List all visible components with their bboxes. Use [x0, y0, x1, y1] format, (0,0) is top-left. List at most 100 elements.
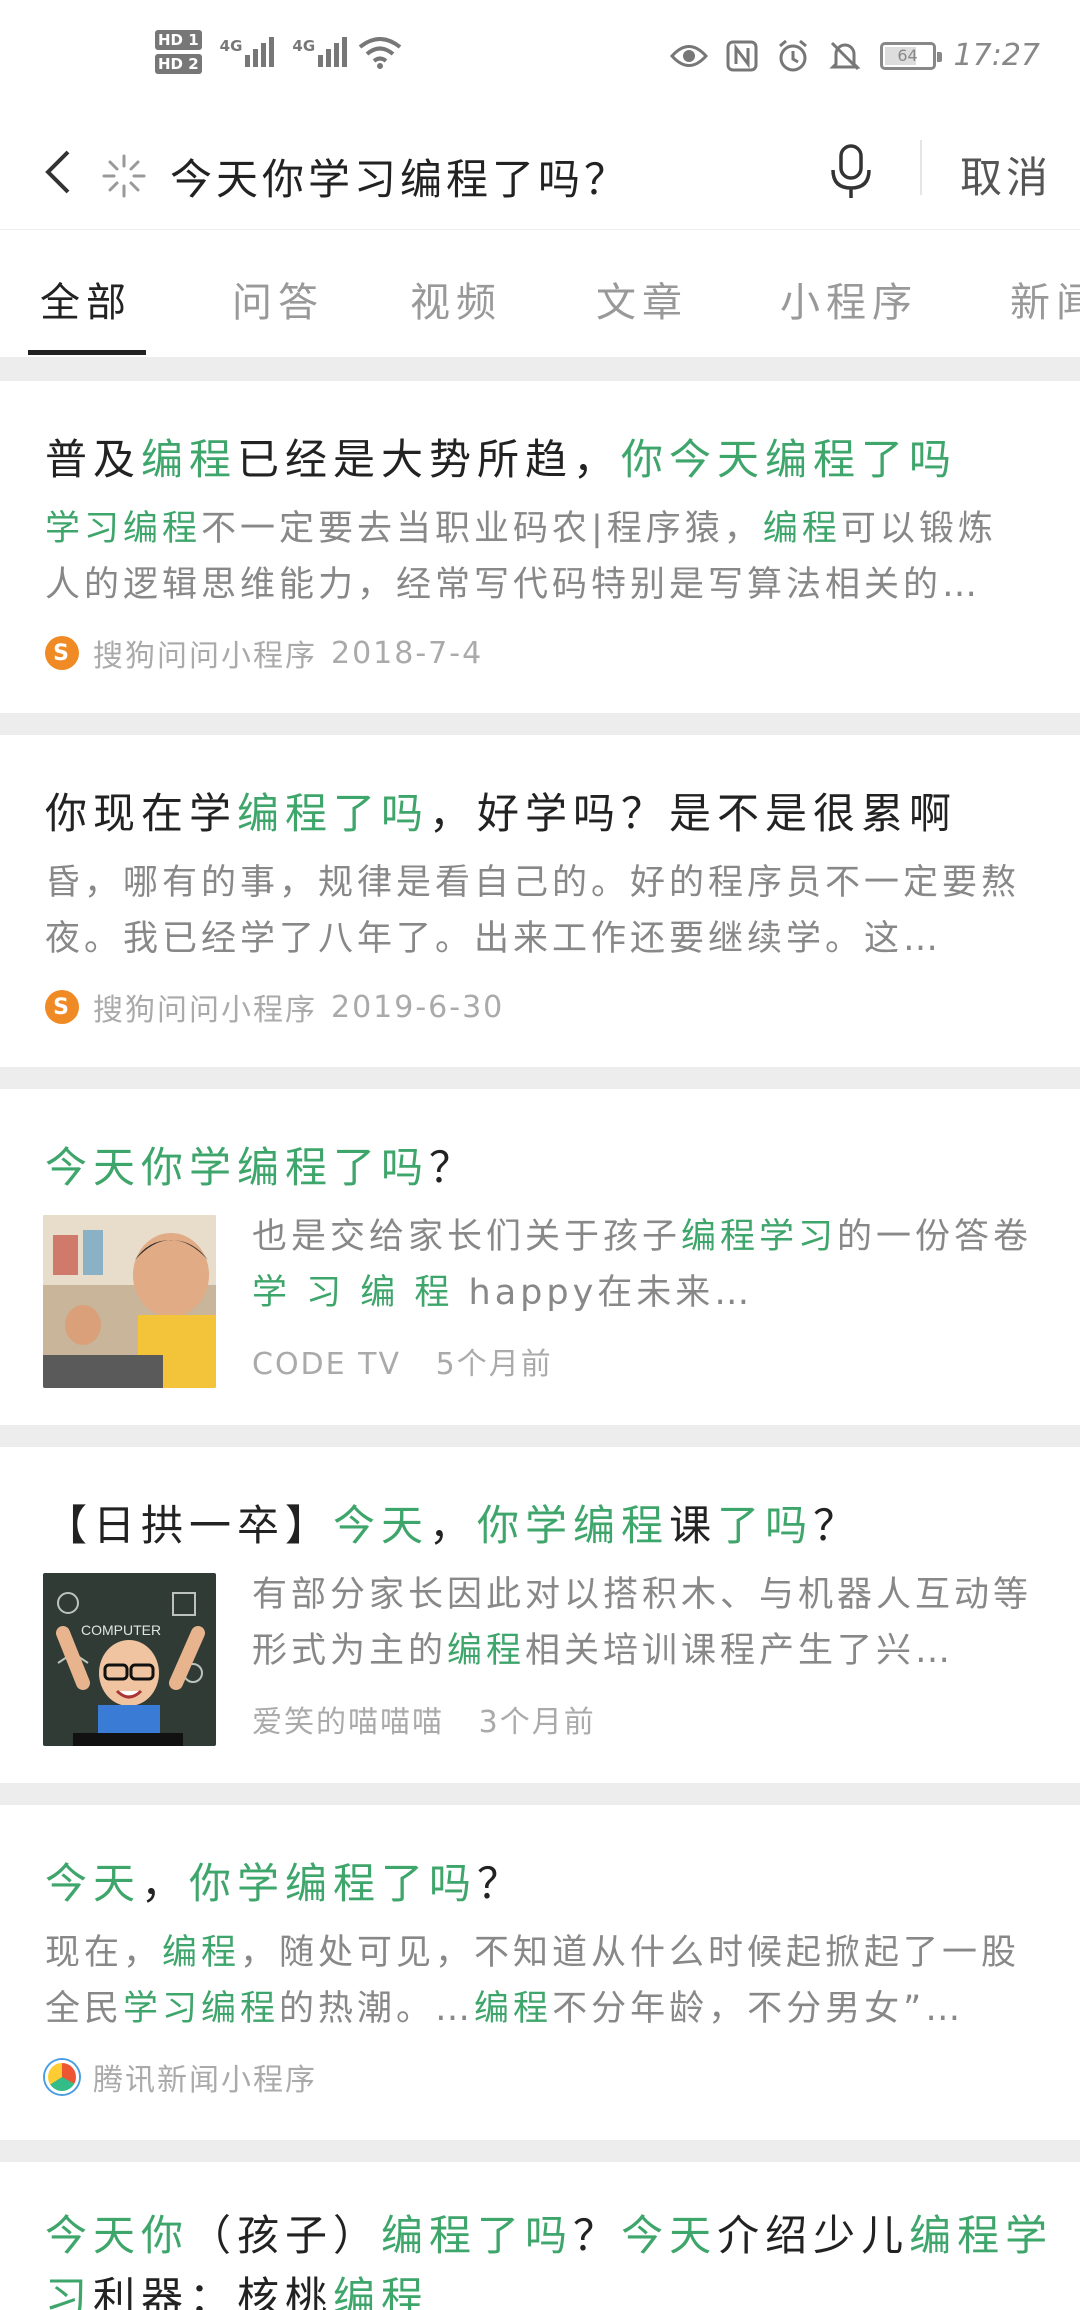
- result-card[interactable]: 你现在学编程了吗，好学吗？是不是很累啊 昏，哪有的事，规律是看自己的。好的程序员…: [0, 735, 1080, 1067]
- text-segment: 【日拱一卒】: [45, 1501, 334, 1550]
- highlight-text: 编程: [447, 1631, 526, 1671]
- result-snippet: 昏，哪有的事，规律是看自己的。好的程序员不一定要熬夜。我已经学了八年了。出来工作…: [45, 855, 1035, 967]
- result-card[interactable]: 今天，你学编程了吗？ 现在，编程，随处可见，不知道从什么时候起掀起了一股全民学习…: [0, 1805, 1080, 2140]
- highlight-text: 你学编程了吗: [189, 1859, 478, 1908]
- result-snippet: 现在，编程，随处可见，不知道从什么时候起掀起了一股全民学习编程的热潮。…编程不分…: [45, 1925, 1035, 2037]
- clock: 17:27: [953, 38, 1040, 73]
- highlight-text: 今天: [621, 2211, 718, 2260]
- result-card[interactable]: 今天你学编程了吗？ 也是交给家长们关于孩子编程学习的一份答卷 学 习 编 程 h…: [0, 1089, 1080, 1425]
- divider: [0, 713, 1080, 735]
- nfc-icon: [726, 40, 758, 71]
- result-snippet: 学习编程不一定要去当职业码农|程序猿，编程可以锻炼人的逻辑思维能力，经常写代码特…: [45, 501, 1035, 613]
- highlight-text: 今天你: [45, 2211, 190, 2260]
- highlight-text: 编程了吗: [237, 789, 430, 838]
- text-segment: ，好学吗？是不是很累啊: [429, 789, 958, 838]
- text-segment: 的一份答卷: [837, 1217, 1033, 1257]
- text-segment: 你现在学: [45, 789, 238, 838]
- status-bar: HD 1 HD 2 4G 4G 64 17:27: [0, 0, 1080, 120]
- result-card[interactable]: 普及编程已经是大势所趋，你今天编程了吗 学习编程不一定要去当职业码农|程序猿，编…: [0, 381, 1080, 713]
- text-segment: 介绍少儿: [717, 2211, 910, 2260]
- text-segment: 利器：核桃: [93, 2273, 334, 2310]
- result-source: 腾讯新闻小程序: [45, 2055, 317, 2099]
- text-segment: 现在，: [45, 1933, 163, 1973]
- result-snippet: 有部分家长因此对以搭积木、与机器人互动等形式为主的编程相关培训课程产生了兴…: [252, 1567, 1042, 1679]
- result-title[interactable]: 普及编程已经是大势所趋，你今天编程了吗: [45, 426, 957, 487]
- result-title[interactable]: 今天你（孩子）编程了吗？今天介绍少儿编程学: [45, 2202, 1053, 2263]
- video-thumbnail[interactable]: [43, 1215, 216, 1388]
- article-thumbnail[interactable]: COMPUTER: [43, 1573, 216, 1746]
- text-segment: 不一定要去当职业码农|程序猿，: [201, 509, 763, 549]
- highlight-text: 编程: [162, 1933, 241, 1973]
- sogou-logo-icon: S: [45, 990, 79, 1024]
- result-title[interactable]: 今天，你学编程了吗？: [45, 1850, 525, 1911]
- text-segment: ？: [429, 1143, 478, 1192]
- highlight-text: 编程: [762, 509, 841, 549]
- highlight-text: 你学编程: [477, 1501, 670, 1550]
- back-arrow-icon[interactable]: [30, 142, 90, 202]
- search-bar: 今天你学习编程了吗？ 取消: [0, 120, 1080, 230]
- text-segment: happy在未来…: [453, 1273, 754, 1313]
- signal-icon-2: 4G: [292, 37, 348, 67]
- tab-indicator: [28, 350, 146, 355]
- text-segment: 相关培训课程产生了兴…: [525, 1631, 955, 1671]
- hd-badges: HD 1 HD 2: [155, 30, 202, 74]
- network-indicators: HD 1 HD 2 4G 4G: [155, 30, 403, 74]
- text-segment: ，: [429, 1501, 478, 1550]
- divider: [0, 1425, 1080, 1447]
- text-segment: ？: [573, 2211, 622, 2260]
- battery-icon: 64: [879, 41, 942, 70]
- text-segment: ？: [477, 1859, 526, 1908]
- result-card[interactable]: 【日拱一卒】今天，你学编程课了吗？ COMPUTER 有部分家长因此对以搭积木、…: [0, 1447, 1080, 1783]
- result-date: 3个月前: [478, 1705, 596, 1740]
- divider: [0, 1783, 1080, 1805]
- search-input[interactable]: 今天你学习编程了吗？: [170, 146, 630, 207]
- highlight-text: 你今天编程了吗: [621, 435, 958, 484]
- tab-article[interactable]: 文章: [596, 270, 688, 328]
- hd2-badge: HD 2: [155, 54, 202, 74]
- source-name: 搜狗问问小程序: [93, 639, 317, 674]
- text-segment: 昏，哪有的事，规律是看自己的。好的程序员不一定要熬夜。我已经学了八年了。出来工作…: [45, 863, 1021, 959]
- text-segment: 课: [669, 1501, 718, 1550]
- result-source: S 搜狗问问小程序 2019-6-30: [45, 985, 504, 1029]
- result-title-line2[interactable]: 习利器：核桃编程: [45, 2264, 429, 2310]
- highlight-text: 编程: [474, 1989, 553, 2029]
- highlight-text: 习: [45, 2273, 94, 2310]
- alarm-icon: [778, 39, 807, 71]
- text-segment: 的热潮。…: [279, 1989, 475, 2029]
- result-snippet: 也是交给家长们关于孩子编程学习的一份答卷 学 习 编 程 happy在未来…: [252, 1209, 1042, 1321]
- divider: [0, 1067, 1080, 1089]
- divider: [0, 2140, 1080, 2162]
- highlight-text: 今天你学编程了吗: [45, 1143, 430, 1192]
- tab-news[interactable]: 新闻: [1010, 270, 1080, 328]
- text-segment: 不分年龄，不分男女”…: [552, 1989, 965, 2029]
- highlight-text: 学习编程: [45, 509, 202, 549]
- highlight-text: 了吗: [717, 1501, 814, 1550]
- tab-qa[interactable]: 问答: [232, 270, 324, 328]
- result-title[interactable]: 今天你学编程了吗？: [45, 1134, 477, 1195]
- tab-mini-program[interactable]: 小程序: [780, 270, 918, 328]
- highlight-text: 编程: [141, 435, 238, 484]
- result-source: 爱笑的喵喵喵 3个月前: [252, 1697, 596, 1741]
- microphone-icon[interactable]: [826, 142, 876, 202]
- highlight-text: 编程了吗: [381, 2211, 574, 2260]
- eye-icon: [669, 44, 708, 67]
- category-tabs: 全部 问答 视频 文章 小程序 新闻: [0, 230, 1080, 360]
- source-name: 腾讯新闻小程序: [93, 2063, 317, 2098]
- highlight-text: 编程学习: [681, 1217, 838, 1257]
- highlight-text: 编程: [333, 2273, 430, 2310]
- source-name: 爱笑的喵喵喵: [252, 1705, 444, 1740]
- divider: [0, 357, 1080, 381]
- result-card[interactable]: 今天你（孩子）编程了吗？今天介绍少儿编程学 习利器：核桃编程: [0, 2162, 1080, 2310]
- tab-video[interactable]: 视频: [410, 270, 502, 328]
- result-title[interactable]: 【日拱一卒】今天，你学编程课了吗？: [45, 1492, 861, 1553]
- text-segment: 也是交给家长们关于孩子: [252, 1217, 682, 1257]
- source-name: CODE TV: [252, 1347, 401, 1382]
- separator: [920, 140, 922, 195]
- result-title[interactable]: 你现在学编程了吗，好学吗？是不是很累啊: [45, 780, 957, 841]
- text-segment: （孩子）: [189, 2211, 382, 2260]
- cancel-button[interactable]: 取消: [960, 144, 1052, 205]
- system-indicators: 64 17:27: [669, 38, 1040, 73]
- tab-all[interactable]: 全部: [40, 270, 132, 328]
- highlight-text: 学 习 编 程: [252, 1273, 454, 1313]
- loading-spinner-icon: [102, 154, 146, 198]
